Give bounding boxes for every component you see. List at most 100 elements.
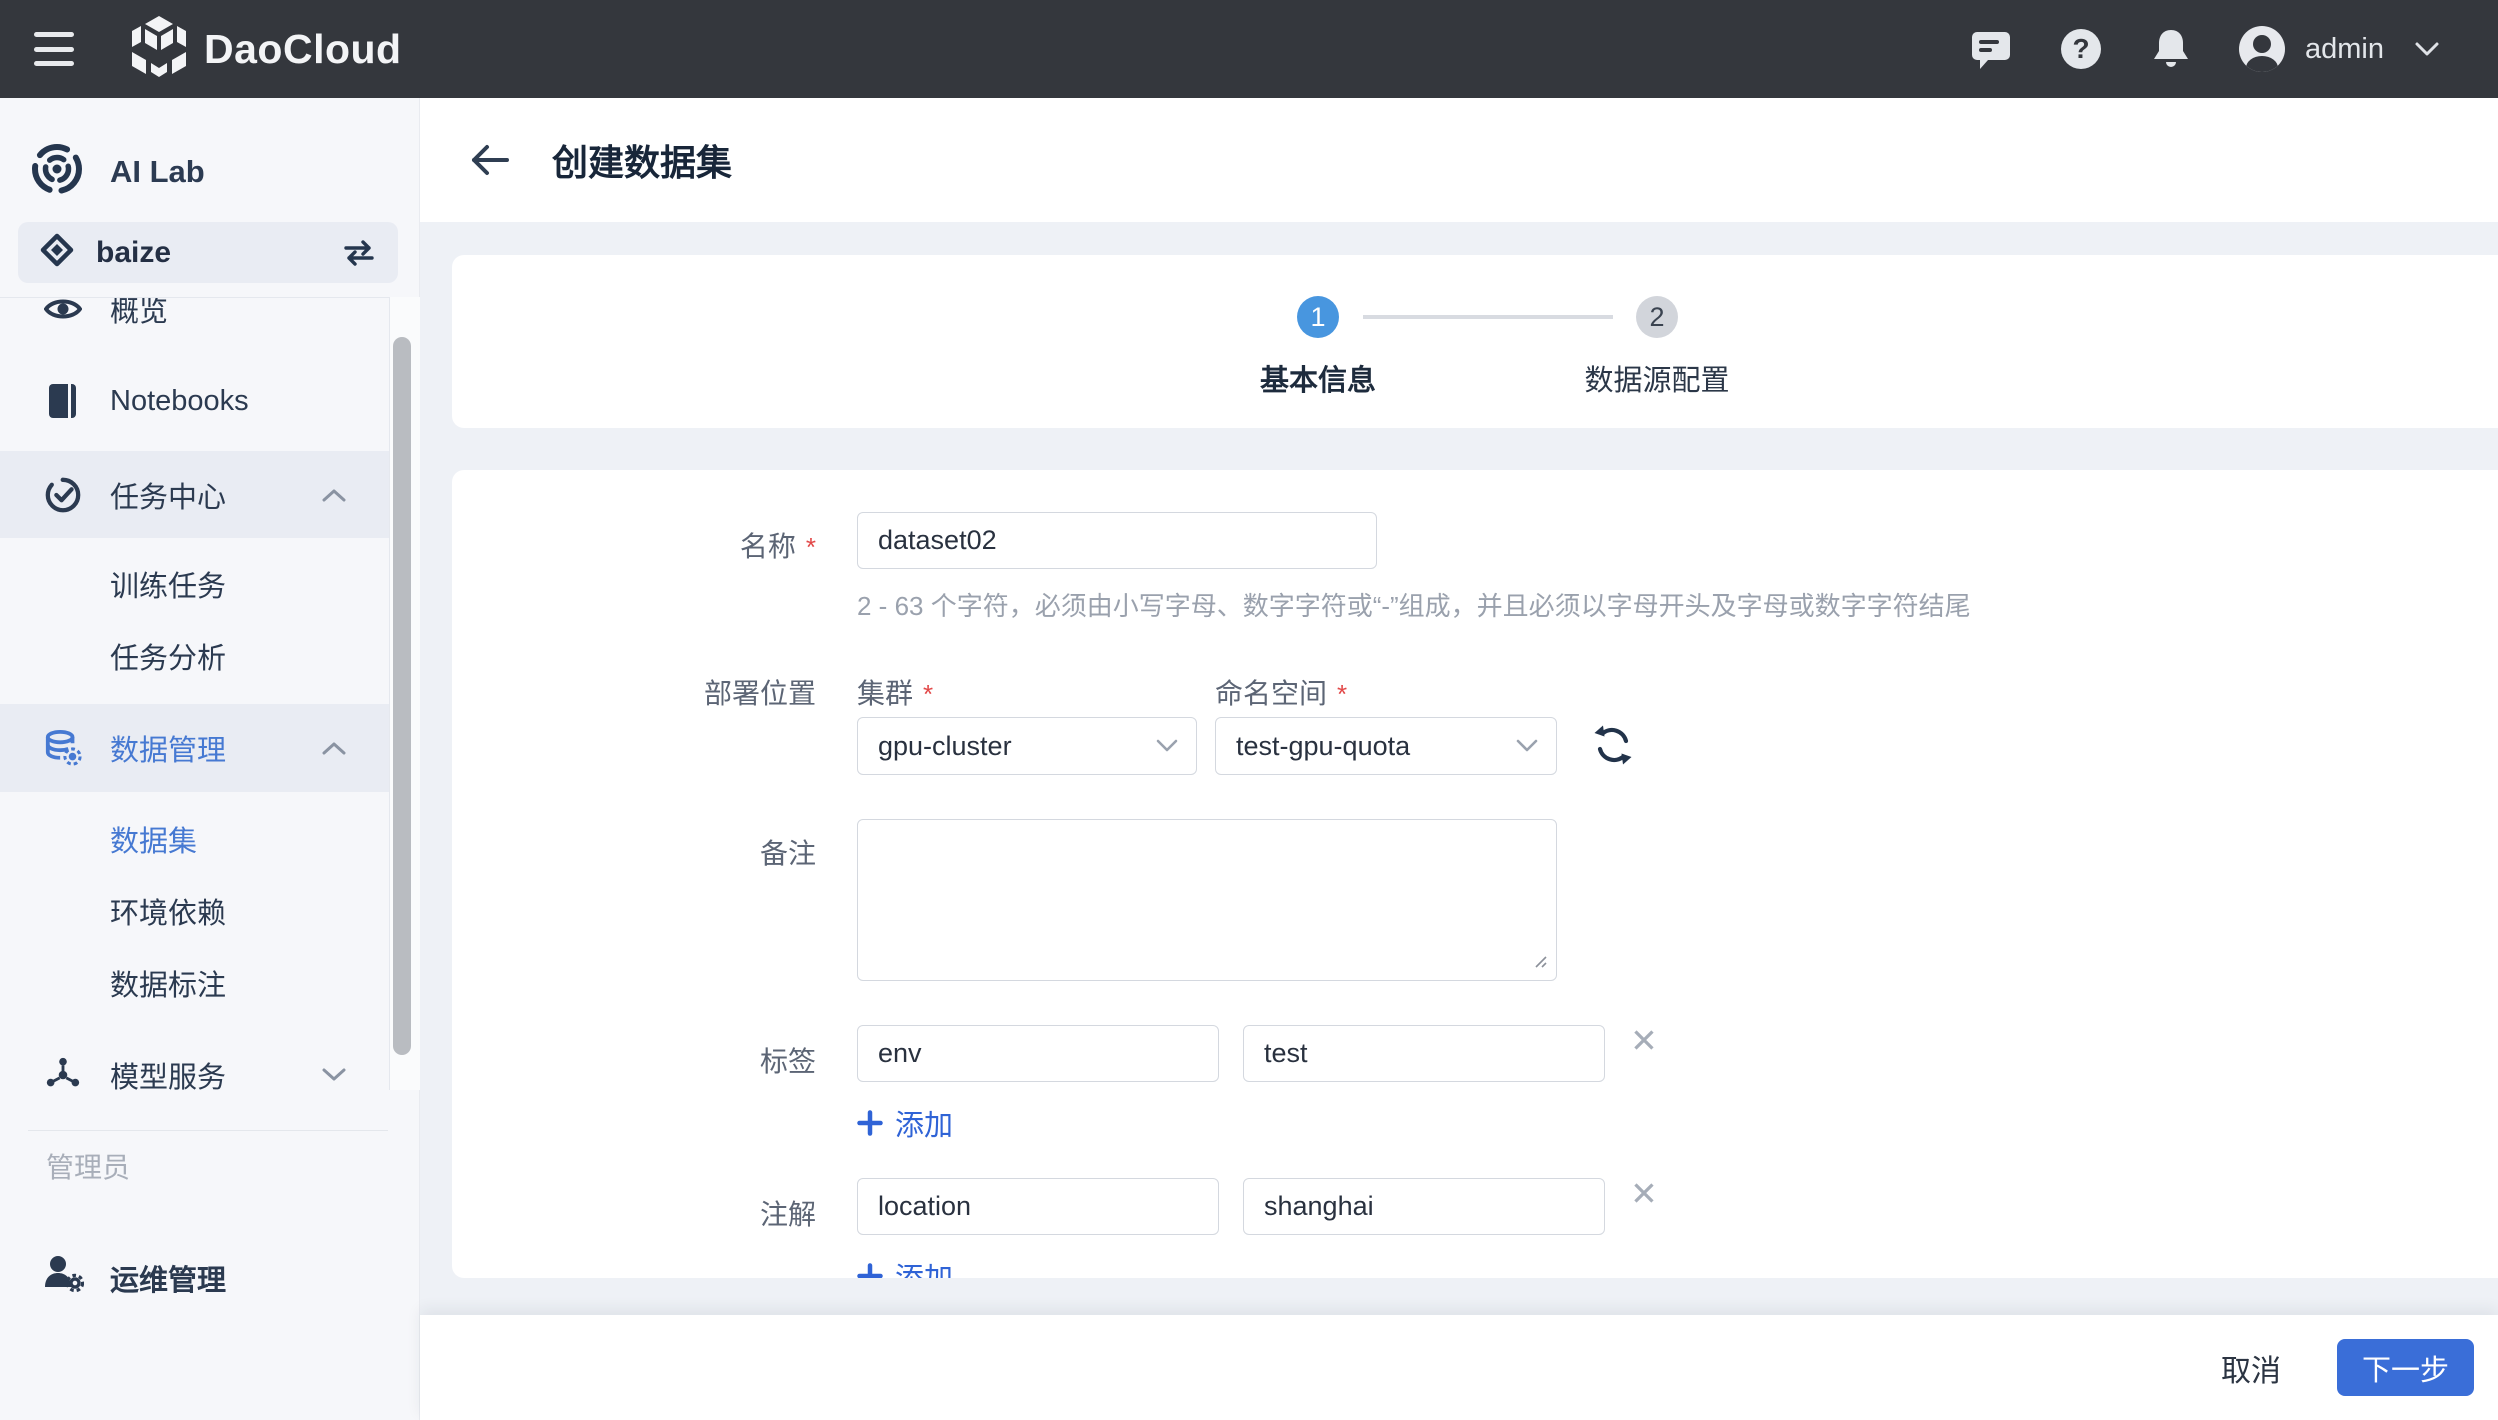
remark-textarea[interactable] xyxy=(857,819,1557,981)
sidebar-item-datasets[interactable]: 数据集 xyxy=(0,803,389,875)
sidebar-group-task-center[interactable]: 任务中心 xyxy=(0,451,389,538)
name-label: 名称 * xyxy=(739,531,816,562)
menu-icon[interactable] xyxy=(34,32,74,66)
sidebar-item-label: 模型服务 xyxy=(110,1062,227,1090)
data-management-icon xyxy=(44,728,82,768)
cluster-select[interactable]: gpu-cluster xyxy=(857,717,1197,775)
sidebar-item-data-annotation[interactable]: 数据标注 xyxy=(0,947,389,1019)
step-connector xyxy=(1363,315,1613,319)
chevron-up-icon xyxy=(321,740,347,756)
remark-label: 备注 xyxy=(759,838,816,869)
baize-workspace-icon xyxy=(40,233,74,272)
sidebar-item-job-analysis[interactable]: 任务分析 xyxy=(0,620,389,692)
sidebar-item-label: 任务中心 xyxy=(110,481,227,514)
add-annotation-link[interactable]: 添加 xyxy=(857,1255,953,1278)
cluster-label: 集群 * xyxy=(857,678,934,709)
ops-management-icon xyxy=(44,1255,85,1301)
topbar-right: ? admin xyxy=(1923,26,2498,72)
cancel-button[interactable]: 取消 xyxy=(2221,1346,2281,1390)
plus-icon xyxy=(857,1263,883,1278)
username: admin xyxy=(2305,32,2384,65)
workspace-selector[interactable]: baize xyxy=(18,222,398,283)
switch-workspace-icon[interactable] xyxy=(342,239,376,267)
sidebar-item-label: 训练任务 xyxy=(110,571,227,603)
chevron-up-icon xyxy=(321,487,347,503)
app-window: DaoCloud ? admin AI Lab baize 概览 Noteboo… xyxy=(0,0,2498,1420)
sidebar-item-label: 环境依赖 xyxy=(110,898,227,930)
brand-logo[interactable]: DaoCloud xyxy=(130,15,402,83)
label-value-input[interactable] xyxy=(1243,1025,1605,1082)
cluster-select-value: gpu-cluster xyxy=(878,730,1012,761)
step-2-indicator: 2 xyxy=(1636,296,1678,338)
ai-lab-icon xyxy=(30,142,84,201)
task-center-icon xyxy=(44,475,82,515)
sidebar-item-label: 运维管理 xyxy=(110,1265,227,1297)
add-label-link[interactable]: 添加 xyxy=(857,1102,953,1144)
namespace-label: 命名空间 * xyxy=(1215,678,1348,709)
main-area: 创建数据集 1 2 基本信息 数据源配置 名称* 2 - 63 个字符，必须由小… xyxy=(420,98,2498,1420)
sidebar-item-label: 数据标注 xyxy=(110,970,227,1002)
chevron-down-icon xyxy=(1156,739,1178,753)
step-1-indicator: 1 xyxy=(1297,296,1339,338)
topbar: DaoCloud ? admin xyxy=(0,0,2498,98)
sidebar-item-label: 概览 xyxy=(110,297,169,328)
required-asterisk: * xyxy=(805,532,816,562)
avatar[interactable] xyxy=(2239,26,2285,72)
sidebar-group-model-service[interactable]: 模型服务 xyxy=(0,1039,389,1090)
brand-name: DaoCloud xyxy=(204,25,402,72)
chevron-down-icon xyxy=(1516,739,1538,753)
form-card: 名称* 2 - 63 个字符，必须由小写字母、数字字符或“-”组成，并且必须以字… xyxy=(452,470,2498,1278)
remove-annotation-icon[interactable]: ✕ xyxy=(1629,1177,1659,1210)
user-menu-chevron-down-icon[interactable] xyxy=(2414,40,2440,58)
labels-label: 标签 xyxy=(759,1046,816,1077)
name-input[interactable] xyxy=(857,512,1377,569)
step-2-label: 数据源配置 xyxy=(1584,365,1730,397)
page-title: 创建数据集 xyxy=(552,142,733,183)
product-name: AI Lab xyxy=(110,153,205,189)
sidebar-nav: 概览 Notebooks 任务中心 训练任务 任务分析 数据管理 数据集 环境依… xyxy=(0,297,390,1090)
product-header: AI Lab xyxy=(30,142,205,201)
sidebar-item-env-dependencies[interactable]: 环境依赖 xyxy=(0,875,389,947)
help-icon[interactable]: ? xyxy=(2059,27,2103,71)
model-service-icon xyxy=(44,1055,82,1090)
refresh-icon[interactable] xyxy=(1591,723,1635,767)
sidebar-group-data-management[interactable]: 数据管理 xyxy=(0,704,389,792)
annotation-value-input[interactable] xyxy=(1243,1178,1605,1235)
label-key-input[interactable] xyxy=(857,1025,1219,1082)
annotation-key-input[interactable] xyxy=(857,1178,1219,1235)
admin-section-label: 管理员 xyxy=(46,1152,131,1183)
sidebar: AI Lab baize 概览 Notebooks 任务中心 训练任务 任务分析… xyxy=(0,98,420,1420)
sidebar-item-overview[interactable]: 概览 xyxy=(0,297,389,344)
namespace-select-value: test-gpu-quota xyxy=(1236,730,1411,761)
workspace-name: baize xyxy=(96,235,172,269)
namespace-select[interactable]: test-gpu-quota xyxy=(1215,717,1557,775)
sidebar-scrollbar[interactable] xyxy=(393,337,411,1055)
chevron-down-icon xyxy=(321,1067,347,1083)
remove-label-icon[interactable]: ✕ xyxy=(1629,1024,1659,1057)
sidebar-divider xyxy=(28,1130,388,1131)
sidebar-item-label: 数据集 xyxy=(110,826,198,858)
stepper-card: 1 2 基本信息 数据源配置 xyxy=(452,255,2498,428)
notifications-bell-icon[interactable] xyxy=(2149,27,2193,71)
form-footer: 取消 下一步 xyxy=(420,1315,2498,1420)
sidebar-item-ops-management[interactable]: 运维管理 xyxy=(0,1240,390,1316)
sidebar-item-label: 数据管理 xyxy=(110,735,227,767)
sidebar-item-notebooks[interactable]: Notebooks xyxy=(0,366,389,436)
sidebar-item-label: Notebooks xyxy=(110,384,249,417)
plus-icon xyxy=(857,1110,883,1136)
notebook-icon xyxy=(44,383,82,419)
deploy-location-label: 部署位置 xyxy=(703,678,816,709)
messages-icon[interactable] xyxy=(1969,27,2013,71)
step-1-label: 基本信息 xyxy=(1259,365,1376,397)
page-titlebar: 创建数据集 xyxy=(420,98,2498,222)
back-arrow-icon[interactable] xyxy=(470,140,510,180)
next-step-button[interactable]: 下一步 xyxy=(2337,1339,2474,1396)
required-asterisk: * xyxy=(923,679,934,709)
sidebar-item-training-jobs[interactable]: 训练任务 xyxy=(0,548,389,620)
eye-icon xyxy=(44,298,82,322)
sidebar-item-label: 任务分析 xyxy=(110,643,227,675)
required-asterisk: * xyxy=(1337,679,1348,709)
daocloud-cube-icon xyxy=(130,15,188,83)
annotations-label: 注解 xyxy=(759,1199,816,1230)
name-help-text: 2 - 63 个字符，必须由小写字母、数字字符或“-”组成，并且必须以字母开头及… xyxy=(857,591,1971,621)
